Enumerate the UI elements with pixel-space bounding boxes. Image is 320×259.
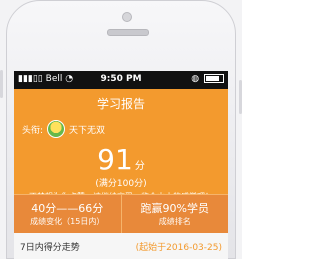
status-bar: ▮▮▮▯▯ Bell ◔ 9:50 PM ◍ — [14, 71, 228, 89]
camera-icon — [122, 12, 132, 22]
avatar — [47, 120, 66, 138]
page-title: 学习报告 — [96, 97, 145, 111]
rank-stat: 跑赢90%学员 成绩排名 — [122, 195, 229, 234]
rotation-lock-icon: ◍ — [191, 74, 200, 84]
score-value: 91 — [97, 143, 133, 176]
stats-bar: 40分——66分 成绩变化（15日内） 跑赢90%学员 成绩排名 — [14, 194, 228, 234]
power-button — [239, 80, 242, 114]
profile-row: 头衔: 天下无双 — [22, 120, 105, 138]
battery-icon — [204, 74, 224, 83]
trend-since: (起始于2016-03-25) — [135, 242, 222, 253]
score-change-value: 40分——66分 — [31, 202, 104, 215]
score-unit: 分 — [134, 161, 145, 172]
app-screen: ▮▮▮▯▯ Bell ◔ 9:50 PM ◍ 学习报告 头衔: 天下无双 91 分… — [14, 71, 228, 259]
score-change-stat: 40分——66分 成绩变化（15日内） — [14, 195, 122, 234]
trend-header: 7日内得分走势 (起始于2016-03-25) — [14, 233, 228, 259]
rank-label: 成绩排名 — [158, 217, 191, 226]
profile-label: 头衔: — [22, 125, 44, 136]
battery-status: ◍ — [191, 74, 224, 84]
phone-device: ▮▮▮▯▯ Bell ◔ 9:50 PM ◍ 学习报告 头衔: 天下无双 91 分… — [0, 0, 242, 259]
trend-title: 7日内得分走势 — [20, 242, 80, 253]
profile-title: 天下无双 — [69, 125, 106, 136]
rank-value: 跑赢90%学员 — [140, 202, 209, 215]
score-change-label: 成绩变化（15日内） — [30, 217, 105, 226]
volume-button — [0, 70, 3, 98]
speaker-grille — [107, 29, 149, 36]
score-full: (满分100分) — [95, 179, 147, 189]
